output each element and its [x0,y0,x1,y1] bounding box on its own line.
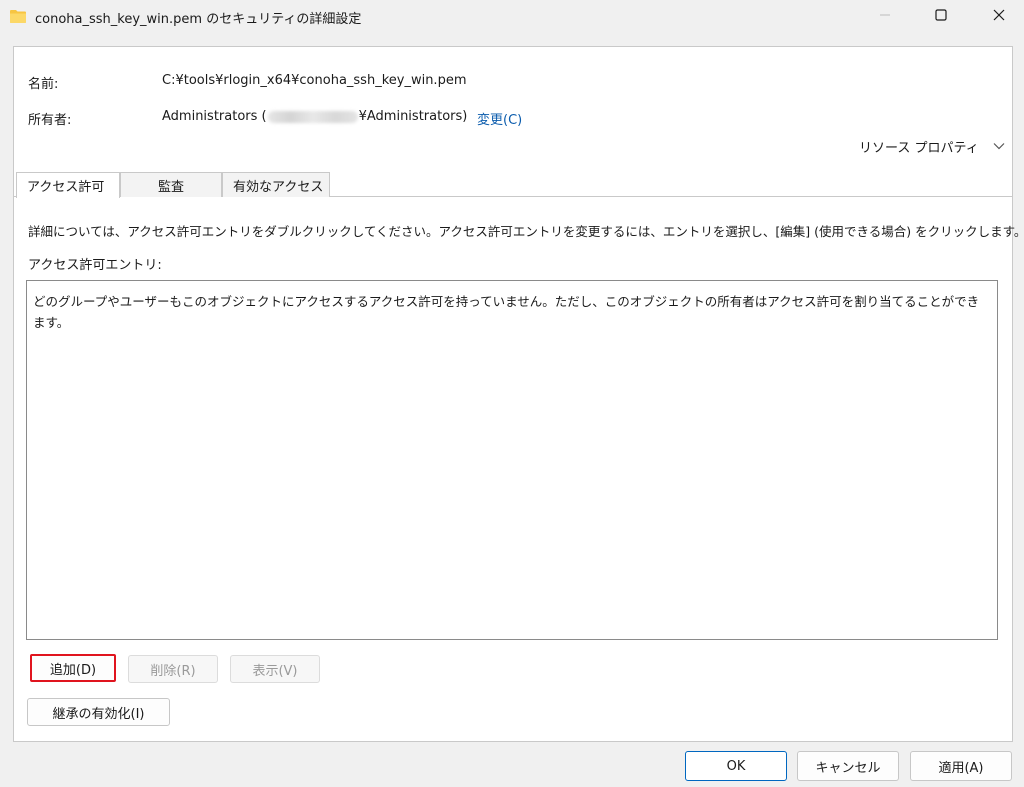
name-label: 名前: [28,77,59,92]
name-value: C:¥tools¥rlogin_x64¥conoha_ssh_key_win.p… [162,73,467,88]
owner-suffix: ¥Administrators) [358,109,468,124]
owner-label: 所有者: [28,113,72,128]
permission-entries-list[interactable]: どのグループやユーザーもこのオブジェクトにアクセスするアクセス許可を持っていませ… [26,280,998,640]
tab-strip: アクセス許可 監査 有効なアクセス [14,172,1012,198]
maximize-button[interactable] [918,0,964,34]
close-button[interactable] [976,0,1022,34]
ok-button[interactable]: OK [685,751,787,781]
change-owner-link[interactable]: 変更(C) [477,109,522,128]
resource-properties-toggle[interactable]: リソース プロパティ [859,137,1005,156]
owner-value: Administrators ( ¥Administrators) [162,109,467,124]
close-icon [993,9,1005,25]
add-button[interactable]: 追加(D) [30,654,116,682]
minimize-button[interactable] [862,0,908,34]
permission-entries-label: アクセス許可エントリ: [28,258,162,273]
permissions-info-text: 詳細については、アクセス許可エントリをダブルクリックしてください。アクセス許可エ… [28,224,1024,239]
cancel-button[interactable]: キャンセル [797,751,899,781]
tab-effective-access[interactable]: 有効なアクセス [222,172,330,197]
chevron-down-icon [993,139,1005,154]
view-button[interactable]: 表示(V) [230,655,320,683]
folder-icon [10,9,26,23]
enable-inheritance-button[interactable]: 継承の有効化(I) [27,698,170,726]
resource-properties-label: リソース プロパティ [859,141,979,156]
minimize-icon [879,9,891,25]
redacted-computer-name [267,110,358,123]
tab-auditing[interactable]: 監査 [120,172,222,197]
advanced-security-panel: 名前: C:¥tools¥rlogin_x64¥conoha_ssh_key_w… [13,46,1024,742]
maximize-icon [935,9,947,25]
apply-button[interactable]: 適用(A) [910,751,1012,781]
title-bar[interactable]: conoha_ssh_key_win.pem のセキュリティの詳細設定 [0,0,1024,34]
remove-button[interactable]: 削除(R) [128,655,218,683]
owner-prefix: Administrators ( [162,109,267,124]
window-title: conoha_ssh_key_win.pem のセキュリティの詳細設定 [35,12,362,27]
empty-entries-message: どのグループやユーザーもこのオブジェクトにアクセスするアクセス許可を持っていませ… [33,294,980,330]
tab-permissions[interactable]: アクセス許可 [16,172,120,198]
